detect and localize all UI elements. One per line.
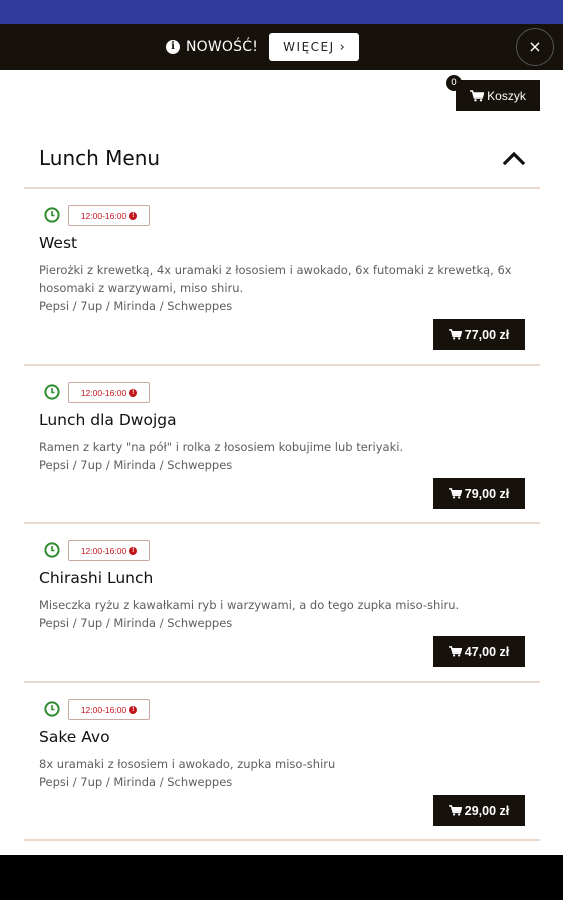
cart-icon — [448, 646, 462, 657]
add-to-cart-button[interactable]: 47,00 zł — [433, 636, 525, 667]
item-price: 79,00 zł — [464, 486, 510, 501]
cart-button[interactable]: Koszyk — [456, 80, 540, 111]
exclamation-icon: ! — [129, 546, 138, 555]
chevron-right-icon: › — [339, 39, 345, 55]
time-range: 12:00-16:00 — [80, 704, 127, 715]
add-to-cart-button[interactable]: 79,00 zł — [433, 478, 525, 509]
notice-text: NOWOŚĆ! — [186, 39, 259, 55]
item-description-text: Pierożki z krewetką, 4x uramaki z łososi… — [39, 263, 512, 295]
info-icon: i — [166, 40, 180, 54]
bottom-navigation-bar — [0, 855, 563, 900]
section-title: Lunch Menu — [39, 146, 161, 170]
menu-item: 12:00-16:00 ! Lunch dla Dwojga Ramen z k… — [24, 366, 540, 524]
time-range: 12:00-16:00 — [80, 210, 127, 221]
cart-icon — [448, 488, 462, 499]
clock-icon — [44, 207, 60, 223]
item-description: 8x uramaki z łososiem i awokado, zupka m… — [39, 755, 529, 791]
time-badge: 12:00-16:00 ! — [68, 382, 150, 403]
time-badge: 12:00-16:00 ! — [68, 205, 150, 226]
close-icon[interactable]: × — [516, 28, 554, 66]
menu-item: 12:00-16:00 ! West Pierożki z krewetką, … — [24, 189, 540, 350]
notice-bar: i NOWOŚĆ! WIĘCEJ › × — [0, 24, 563, 70]
exclamation-icon: ! — [129, 211, 138, 220]
item-price: 47,00 zł — [464, 644, 510, 659]
more-button-label: WIĘCEJ — [283, 40, 335, 54]
item-description-text: 8x uramaki z łososiem i awokado, zupka m… — [39, 757, 336, 771]
exclamation-icon: ! — [129, 388, 138, 397]
chevron-up-icon[interactable] — [503, 151, 525, 165]
item-price: 77,00 zł — [464, 327, 510, 342]
notice-content: i NOWOŚĆ! WIĘCEJ › — [166, 32, 360, 62]
item-drinks: Pepsi / 7up / Mirinda / Schweppes — [39, 458, 233, 472]
clock-icon — [44, 701, 60, 717]
time-badge: 12:00-16:00 ! — [68, 699, 150, 720]
item-drinks: Pepsi / 7up / Mirinda / Schweppes — [39, 775, 233, 789]
item-name: West — [39, 234, 78, 252]
item-description: Ramen z karty "na pół" i rolka z łososie… — [39, 438, 529, 474]
clock-icon — [44, 542, 60, 558]
clock-icon — [44, 384, 60, 400]
item-price: 29,00 zł — [464, 803, 510, 818]
item-description: Pierożki z krewetką, 4x uramaki z łososi… — [39, 261, 529, 315]
cart-label: Koszyk — [487, 88, 526, 103]
time-range: 12:00-16:00 — [80, 545, 127, 556]
more-button[interactable]: WIĘCEJ › — [269, 33, 360, 61]
menu-item: 12:00-16:00 ! Chirashi Lunch Miseczka ry… — [24, 524, 540, 682]
add-to-cart-button[interactable]: 77,00 zł — [433, 319, 525, 350]
cart-icon — [470, 89, 485, 101]
item-drinks: Pepsi / 7up / Mirinda / Schweppes — [39, 616, 233, 630]
item-name: Sake Avo — [39, 728, 110, 746]
exclamation-icon: ! — [129, 705, 138, 714]
cart-count-badge: 0 — [446, 75, 462, 91]
cart-icon — [448, 329, 462, 340]
cart-icon — [448, 805, 462, 816]
item-drinks: Pepsi / 7up / Mirinda / Schweppes — [39, 299, 233, 313]
menu-item: 12:00-16:00 ! Sake Avo 8x uramaki z łoso… — [24, 683, 540, 841]
divider — [24, 839, 540, 841]
item-description-text: Miseczka ryżu z kawałkami ryb i warzywam… — [39, 598, 460, 612]
item-name: Chirashi Lunch — [39, 569, 154, 587]
status-bar — [0, 0, 563, 24]
item-description: Miseczka ryżu z kawałkami ryb i warzywam… — [39, 596, 529, 632]
time-range: 12:00-16:00 — [80, 387, 127, 398]
time-badge: 12:00-16:00 ! — [68, 540, 150, 561]
item-description-text: Ramen z karty "na pół" i rolka z łososie… — [39, 440, 404, 454]
add-to-cart-button[interactable]: 29,00 zł — [433, 795, 525, 826]
item-name: Lunch dla Dwojga — [39, 411, 177, 429]
